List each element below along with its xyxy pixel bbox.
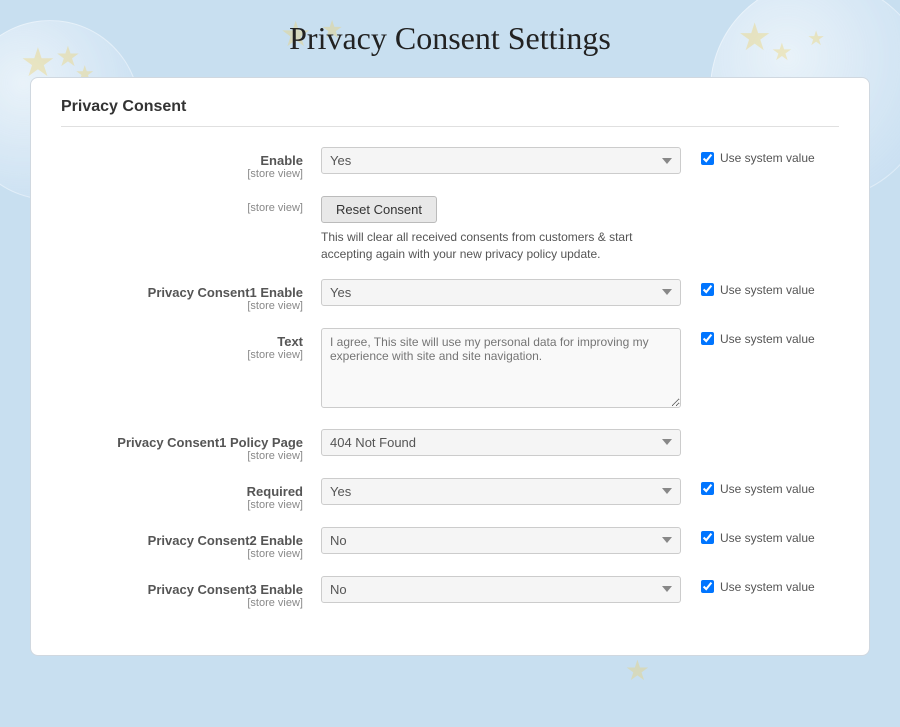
required-label: Required bbox=[61, 484, 303, 499]
text-label: Text bbox=[61, 334, 303, 349]
consent3-enable-label: Privacy Consent3 Enable bbox=[61, 582, 303, 597]
consent1-enable-row: Privacy Consent1 Enable [store view] Yes… bbox=[61, 279, 839, 312]
reset-label-col: [store view] bbox=[61, 196, 321, 214]
enable-sublabel: [store view] bbox=[61, 168, 303, 180]
required-field: Yes No bbox=[321, 478, 681, 505]
enable-system-value: Use system value bbox=[681, 147, 815, 165]
consent3-enable-label-col: Privacy Consent3 Enable [store view] bbox=[61, 576, 321, 609]
consent3-enable-select[interactable]: No Yes bbox=[321, 576, 681, 603]
consent1-policy-page-sublabel: [store view] bbox=[61, 450, 303, 462]
consent2-enable-label: Privacy Consent2 Enable bbox=[61, 533, 303, 548]
enable-select[interactable]: Yes No bbox=[321, 147, 681, 174]
enable-row: Enable [store view] Yes No Use system va… bbox=[61, 147, 839, 180]
panel-title: Privacy Consent bbox=[61, 98, 839, 127]
reset-sublabel: [store view] bbox=[61, 202, 303, 214]
consent1-policy-page-field: 404 Not Found bbox=[321, 429, 681, 456]
consent2-enable-row: Privacy Consent2 Enable [store view] No … bbox=[61, 527, 839, 560]
text-textarea[interactable] bbox=[321, 328, 681, 408]
reset-consent-button[interactable]: Reset Consent bbox=[321, 196, 437, 223]
consent1-enable-label: Privacy Consent1 Enable bbox=[61, 285, 303, 300]
text-label-col: Text [store view] bbox=[61, 328, 321, 361]
text-system-value-label[interactable]: Use system value bbox=[720, 332, 815, 346]
text-row: Text [store view] Use system value bbox=[61, 328, 839, 413]
consent1-policy-page-label: Privacy Consent1 Policy Page bbox=[61, 435, 303, 450]
consent3-enable-row: Privacy Consent3 Enable [store view] No … bbox=[61, 576, 839, 609]
consent1-enable-system-value-label[interactable]: Use system value bbox=[720, 283, 815, 297]
consent2-enable-system-value-checkbox[interactable] bbox=[701, 531, 714, 544]
reset-consent-note: This will clear all received consents fr… bbox=[321, 229, 661, 263]
required-system-value: Use system value bbox=[681, 478, 815, 496]
text-field bbox=[321, 328, 681, 413]
consent1-enable-field: Yes No bbox=[321, 279, 681, 306]
consent2-enable-select[interactable]: No Yes bbox=[321, 527, 681, 554]
text-system-value-checkbox[interactable] bbox=[701, 332, 714, 345]
consent1-policy-page-select[interactable]: 404 Not Found bbox=[321, 429, 681, 456]
required-label-col: Required [store view] bbox=[61, 478, 321, 511]
required-system-value-label[interactable]: Use system value bbox=[720, 482, 815, 496]
consent3-enable-field: No Yes bbox=[321, 576, 681, 603]
consent2-enable-system-value: Use system value bbox=[681, 527, 815, 545]
consent1-policy-page-label-col: Privacy Consent1 Policy Page [store view… bbox=[61, 429, 321, 462]
privacy-consent-panel: Privacy Consent Enable [store view] Yes … bbox=[30, 77, 870, 656]
consent1-enable-label-col: Privacy Consent1 Enable [store view] bbox=[61, 279, 321, 312]
enable-system-value-checkbox[interactable] bbox=[701, 152, 714, 165]
consent1-policy-page-system-value bbox=[681, 429, 701, 433]
consent2-enable-label-col: Privacy Consent2 Enable [store view] bbox=[61, 527, 321, 560]
consent1-policy-page-row: Privacy Consent1 Policy Page [store view… bbox=[61, 429, 839, 462]
text-system-value: Use system value bbox=[681, 328, 815, 346]
consent2-enable-system-value-label[interactable]: Use system value bbox=[720, 531, 815, 545]
enable-field: Yes No bbox=[321, 147, 681, 174]
consent2-enable-sublabel: [store view] bbox=[61, 548, 303, 560]
enable-label-col: Enable [store view] bbox=[61, 147, 321, 180]
consent1-enable-system-value: Use system value bbox=[681, 279, 815, 297]
consent1-enable-sublabel: [store view] bbox=[61, 300, 303, 312]
reset-field: Reset Consent This will clear all receiv… bbox=[321, 196, 681, 263]
consent1-enable-system-value-checkbox[interactable] bbox=[701, 283, 714, 296]
consent3-enable-system-value: Use system value bbox=[681, 576, 815, 594]
consent3-enable-system-value-checkbox[interactable] bbox=[701, 580, 714, 593]
consent3-enable-sublabel: [store view] bbox=[61, 597, 303, 609]
consent3-enable-system-value-label[interactable]: Use system value bbox=[720, 580, 815, 594]
consent2-enable-field: No Yes bbox=[321, 527, 681, 554]
required-row: Required [store view] Yes No Use system … bbox=[61, 478, 839, 511]
enable-label: Enable bbox=[61, 153, 303, 168]
text-sublabel: [store view] bbox=[61, 349, 303, 361]
reset-consent-row: [store view] Reset Consent This will cle… bbox=[61, 196, 839, 263]
required-sublabel: [store view] bbox=[61, 499, 303, 511]
consent1-enable-select[interactable]: Yes No bbox=[321, 279, 681, 306]
page-title: Privacy Consent Settings bbox=[30, 20, 870, 57]
required-select[interactable]: Yes No bbox=[321, 478, 681, 505]
required-system-value-checkbox[interactable] bbox=[701, 482, 714, 495]
enable-system-value-label[interactable]: Use system value bbox=[720, 151, 815, 165]
